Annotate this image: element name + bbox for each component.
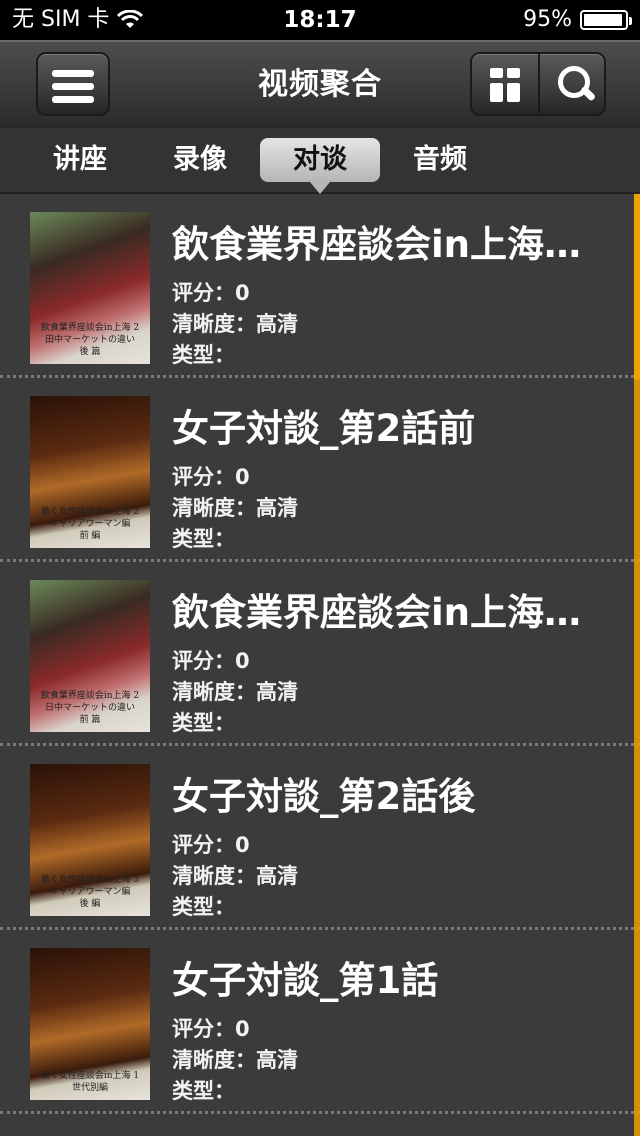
status-bar: 无 SIM 卡 18:17 95% xyxy=(0,0,640,40)
clarity-label: 清晰度： xyxy=(172,864,256,888)
battery-area: 95% xyxy=(523,0,632,40)
clarity-label: 清晰度： xyxy=(172,312,256,336)
list-item[interactable]: 働く女性座談会in上海 1 世代別編 女子対談_第1話 评分：0 清晰度：高清 … xyxy=(0,930,640,1114)
search-icon[interactable] xyxy=(558,66,597,104)
rating-value: 0 xyxy=(235,649,250,673)
list-item[interactable]: 働く女性座談会in上海 2 キャリアウーマン編 前 編 女子対談_第2話前 评分… xyxy=(0,378,640,562)
list-item[interactable]: 飲食業界座談会in上海 2 日中マーケットの違い 前 篇 飲食業界座談会in上海… xyxy=(0,562,640,746)
rating-value: 0 xyxy=(235,281,250,305)
video-title: 女子対談_第1話 xyxy=(172,959,439,1002)
clarity-label: 清晰度： xyxy=(172,680,256,704)
thumbnail-caption: 働く女性座談会in上海 2 キャリアウーマン編 前 編 xyxy=(40,507,140,541)
rating-line: 评分：0 xyxy=(172,645,250,675)
type-label: 类型： xyxy=(172,343,235,367)
type-line: 类型： xyxy=(172,707,235,737)
clarity-line: 清晰度：高清 xyxy=(172,308,298,338)
thumbnail-caption: 働く女性座談会in上海 1 世代別編 xyxy=(40,1071,140,1093)
tab-audio[interactable]: 音频 xyxy=(380,138,500,182)
list-item[interactable]: 働く女性座談会in上海 3 キャリアウーマン編 後 編 女子対談_第2話後 评分… xyxy=(0,746,640,930)
thumbnail-caption: 働く女性座談会in上海 3 キャリアウーマン編 後 編 xyxy=(40,875,140,909)
rating-label: 评分： xyxy=(172,649,235,673)
rating-label: 评分： xyxy=(172,1017,235,1041)
clarity-line: 清晰度：高清 xyxy=(172,676,298,706)
list-item[interactable]: 飲食業界座談会in上海 2 田中マーケットの違い 後 篇 飲食業界座談会in上海… xyxy=(0,194,640,378)
category-tabs: 讲座 录像 对谈 音频 xyxy=(0,128,640,194)
type-line: 类型： xyxy=(172,1075,235,1105)
nav-button-group xyxy=(470,52,606,116)
rating-label: 评分： xyxy=(172,281,235,305)
clarity-label: 清晰度： xyxy=(172,1048,256,1072)
rating-label: 评分： xyxy=(172,465,235,489)
video-thumbnail: 飲食業界座談会in上海 2 田中マーケットの違い 後 篇 xyxy=(30,212,150,364)
rating-value: 0 xyxy=(235,465,250,489)
rating-label: 评分： xyxy=(172,833,235,857)
rating-value: 0 xyxy=(235,833,250,857)
tab-lecture[interactable]: 讲座 xyxy=(20,138,140,182)
rating-value: 0 xyxy=(235,1017,250,1041)
rating-line: 评分：0 xyxy=(172,1013,250,1043)
battery-percent: 95% xyxy=(523,7,572,32)
clarity-line: 清晰度：高清 xyxy=(172,1044,298,1074)
type-line: 类型： xyxy=(172,891,235,921)
button-divider xyxy=(538,54,540,114)
clarity-value: 高清 xyxy=(256,312,298,336)
clarity-value: 高清 xyxy=(256,864,298,888)
video-title: 女子対談_第2話後 xyxy=(172,775,476,818)
tab-recording[interactable]: 录像 xyxy=(140,138,260,182)
scroll-indicator[interactable] xyxy=(634,194,640,380)
clarity-line: 清晰度：高清 xyxy=(172,492,298,522)
clarity-value: 高清 xyxy=(256,1048,298,1072)
video-thumbnail: 働く女性座談会in上海 3 キャリアウーマン編 後 編 xyxy=(30,764,150,916)
rating-line: 评分：0 xyxy=(172,277,250,307)
video-title: 女子対談_第2話前 xyxy=(172,407,476,450)
thumbnail-caption: 飲食業界座談会in上海 2 田中マーケットの違い 後 篇 xyxy=(40,323,140,357)
video-thumbnail: 働く女性座談会in上海 2 キャリアウーマン編 前 編 xyxy=(30,396,150,548)
tab-dialogue[interactable]: 对谈 xyxy=(260,138,380,194)
rating-line: 评分：0 xyxy=(172,829,250,859)
clarity-value: 高清 xyxy=(256,496,298,520)
video-thumbnail: 働く女性座談会in上海 1 世代別編 xyxy=(30,948,150,1100)
type-label: 类型： xyxy=(172,1079,235,1103)
video-title: 飲食業界座談会in上海… xyxy=(172,223,582,266)
type-line: 类型： xyxy=(172,523,235,553)
video-list: 飲食業界座談会in上海 2 田中マーケットの違い 後 篇 飲食業界座談会in上海… xyxy=(0,194,640,1136)
type-label: 类型： xyxy=(172,711,235,735)
type-label: 类型： xyxy=(172,895,235,919)
rating-line: 评分：0 xyxy=(172,461,250,491)
video-title: 飲食業界座談会in上海… xyxy=(172,591,582,634)
clarity-line: 清晰度：高清 xyxy=(172,860,298,890)
battery-icon xyxy=(580,10,632,30)
clarity-value: 高清 xyxy=(256,680,298,704)
type-label: 类型： xyxy=(172,527,235,551)
clarity-label: 清晰度： xyxy=(172,496,256,520)
thumbnail-caption: 飲食業界座談会in上海 2 日中マーケットの違い 前 篇 xyxy=(40,691,140,725)
list-accent-bar xyxy=(634,380,640,1136)
battery-level xyxy=(584,14,622,26)
type-line: 类型： xyxy=(172,339,235,369)
video-thumbnail: 飲食業界座談会in上海 2 日中マーケットの違い 前 篇 xyxy=(30,580,150,732)
navigation-bar: 视频聚合 xyxy=(0,40,640,128)
category-grid-icon[interactable] xyxy=(490,68,524,102)
